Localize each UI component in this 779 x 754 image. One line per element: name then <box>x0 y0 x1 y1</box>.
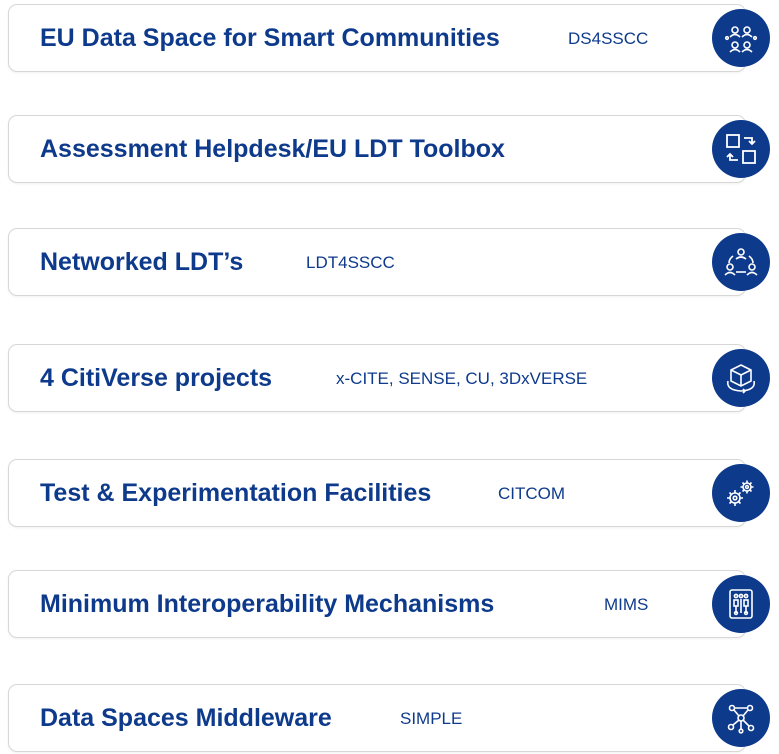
item-tag: DS4SSCC <box>568 29 649 48</box>
connected-people-icon <box>712 233 770 291</box>
circuit-board-icon <box>712 575 770 633</box>
item-row-networked-ldts: Networked LDT’s LDT4SSCC <box>0 228 779 298</box>
item-title: Minimum Interoperability Mechanisms <box>40 590 495 618</box>
item-row-mims: Minimum Interoperability Mechanisms MIMS <box>0 570 779 640</box>
network-nodes-icon <box>712 689 770 747</box>
item-tag: CITCOM <box>498 484 566 503</box>
item-title: 4 CitiVerse projects <box>40 364 273 392</box>
item-row-citiverse-projects: 4 CitiVerse projects x-CITE, SENSE, CU, … <box>0 344 779 414</box>
3d-cube-icon <box>712 349 770 407</box>
item-title: EU Data Space for Smart Communities <box>40 24 500 52</box>
gears-icon <box>712 464 770 522</box>
item-title: Assessment Helpdesk/EU LDT Toolbox <box>40 135 505 163</box>
item-row-assessment-helpdesk: Assessment Helpdesk/EU LDT Toolbox <box>0 115 779 185</box>
item-tag: SIMPLE <box>400 709 463 728</box>
item-title: Test & Experimentation Facilities <box>40 479 432 507</box>
item-tag: x-CITE, SENSE, CU, 3DxVERSE <box>336 369 588 388</box>
item-row-test-experimentation: Test & Experimentation Facilities CITCOM <box>0 459 779 529</box>
item-title: Data Spaces Middleware <box>40 704 332 732</box>
item-tag: MIMS <box>604 595 649 614</box>
item-title: Networked LDT’s <box>40 248 244 276</box>
people-network-icon <box>712 9 770 67</box>
item-row-data-spaces-middleware: Data Spaces Middleware SIMPLE <box>0 684 779 754</box>
item-row-ds4sscc: EU Data Space for Smart Communities DS4S… <box>0 4 779 74</box>
item-tag: LDT4SSCC <box>306 253 395 272</box>
transform-squares-icon <box>712 120 770 178</box>
